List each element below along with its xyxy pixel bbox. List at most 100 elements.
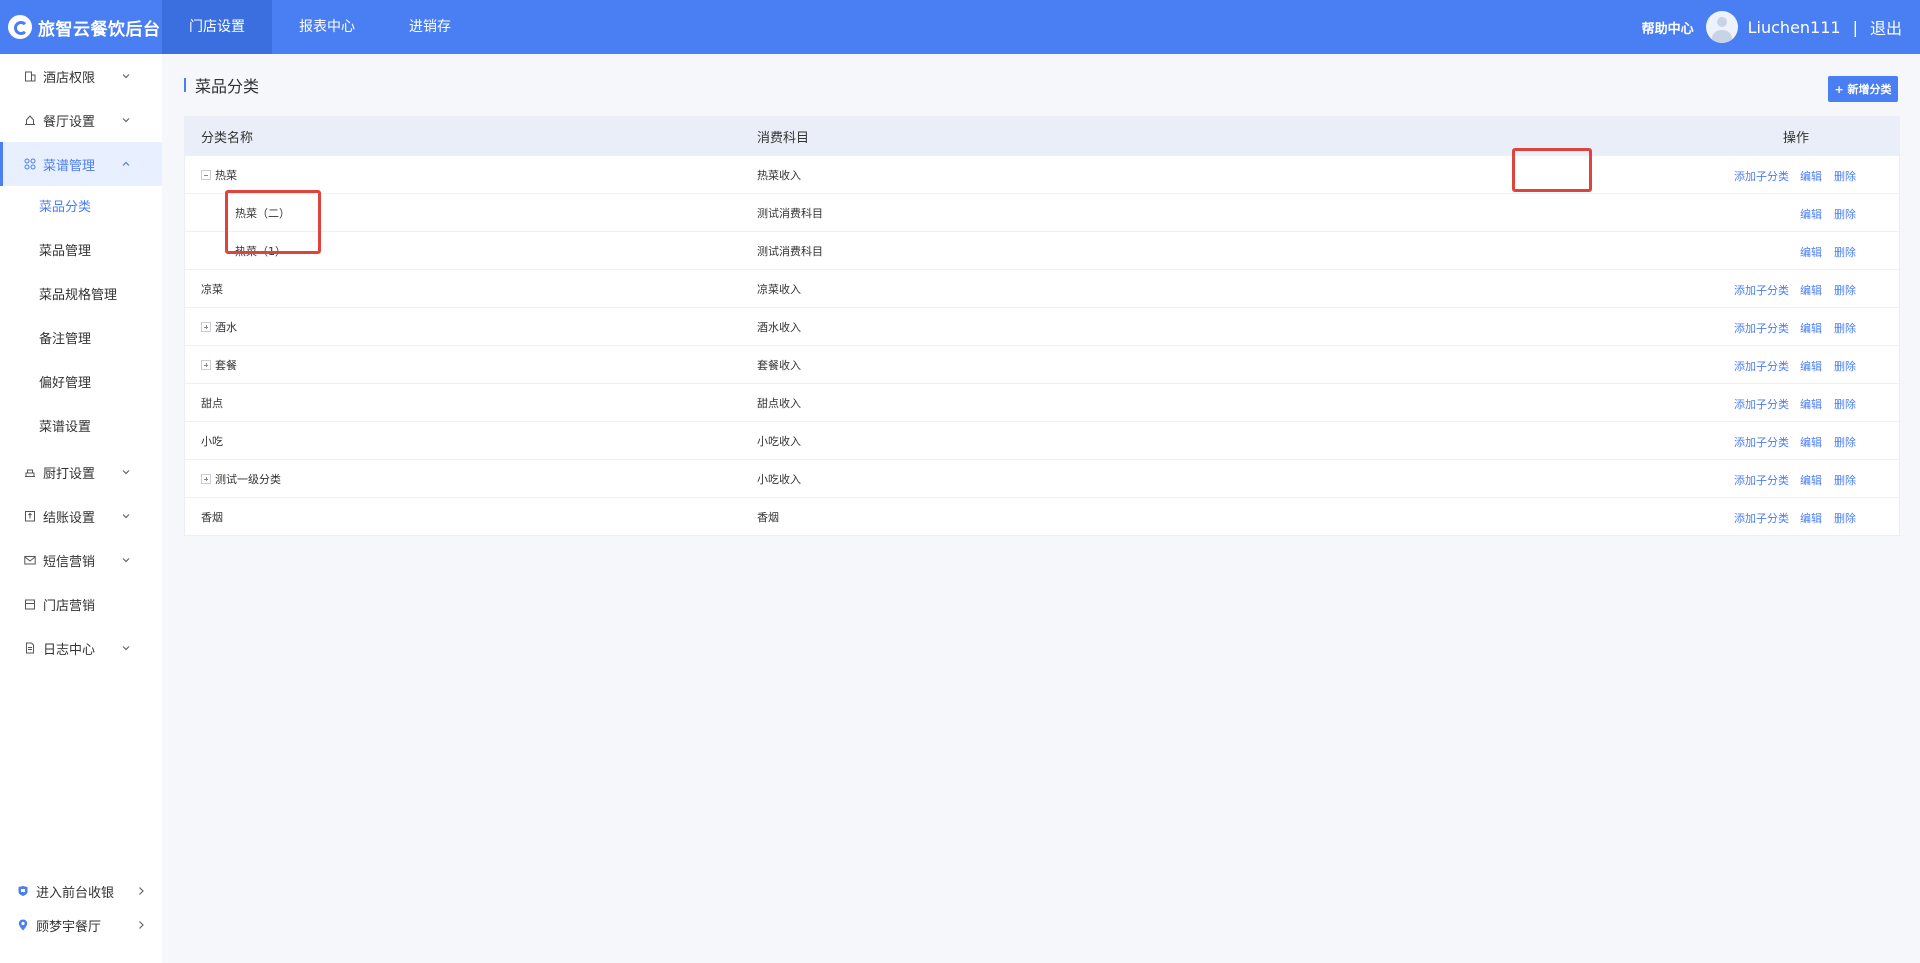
- edit-link[interactable]: 编辑: [1800, 282, 1822, 298]
- delete-link[interactable]: 删除: [1834, 282, 1856, 298]
- delete-link[interactable]: 删除: [1834, 510, 1856, 526]
- cell-account: 甜点收入: [757, 396, 801, 410]
- delete-link[interactable]: 删除: [1834, 320, 1856, 336]
- sidebar-subitem-dish-category[interactable]: 菜品分类: [0, 186, 162, 230]
- restaurant-switch-link[interactable]: 顾梦宇餐厅: [0, 908, 162, 942]
- edit-link[interactable]: 编辑: [1800, 244, 1822, 260]
- sidebar-item-label: 结账设置: [43, 510, 96, 526]
- expand-icon[interactable]: [201, 359, 211, 370]
- main-content: 菜品分类 + 新增分类 分类名称 消费科目 操作 热菜 热菜收入 添加子分类 编辑 删除…: [162, 54, 1920, 963]
- row-actions: 添加子分类 编辑 删除: [1332, 460, 1899, 497]
- table-row: 热菜（二） 测试消费科目 编辑 删除: [185, 193, 1899, 231]
- column-header-actions: 操作: [1783, 130, 1810, 146]
- expand-icon[interactable]: [201, 473, 211, 484]
- expand-icon[interactable]: [201, 321, 211, 332]
- sidebar-item-store-marketing[interactable]: 门店营销: [0, 582, 162, 626]
- delete-link[interactable]: 删除: [1834, 472, 1856, 488]
- edit-link[interactable]: 编辑: [1800, 206, 1822, 222]
- sidebar-item-hotel-permissions[interactable]: 酒店权限: [0, 54, 162, 98]
- column-header-account: 消费科目: [757, 130, 810, 146]
- edit-link[interactable]: 编辑: [1800, 358, 1822, 374]
- add-child-category-link[interactable]: 添加子分类: [1734, 472, 1789, 488]
- column-header-name: 分类名称: [201, 130, 254, 146]
- collapse-icon[interactable]: [201, 169, 211, 180]
- top-nav: 门店设置 报表中心 进销存: [162, 0, 478, 54]
- row-actions: 编辑 删除: [1332, 232, 1899, 269]
- table-row: 热菜 热菜收入 添加子分类 编辑 删除: [185, 155, 1899, 193]
- sidebar-item-label: 门店营销: [43, 598, 96, 614]
- cell-actions: 添加子分类 编辑 删除: [1332, 422, 1899, 459]
- delete-link[interactable]: 删除: [1834, 168, 1856, 184]
- cell-category-name: 热菜（1）: [185, 243, 757, 259]
- topnav-store-settings[interactable]: 门店设置: [162, 0, 272, 54]
- add-child-category-link[interactable]: 添加子分类: [1734, 434, 1789, 450]
- sidebar-item-restaurant-settings[interactable]: 餐厅设置: [0, 98, 162, 142]
- sidebar-item-label: 厨打设置: [43, 466, 96, 482]
- top-bar: 旅智云餐饮后台 门店设置 报表中心 进销存 帮助中心 Liuchen111 | …: [0, 0, 1920, 54]
- cell-account: 小吃收入: [757, 472, 801, 486]
- avatar[interactable]: [1705, 11, 1738, 43]
- sidebar-item-checkout-settings[interactable]: 结账设置: [0, 494, 162, 538]
- category-name-text: 香烟: [201, 510, 223, 524]
- document-icon: [24, 642, 36, 654]
- add-child-category-link[interactable]: 添加子分类: [1734, 396, 1789, 412]
- restaurant-name: 顾梦宇餐厅: [36, 919, 102, 935]
- topnav-report-center[interactable]: 报表中心: [272, 0, 382, 54]
- add-category-button[interactable]: + 新增分类: [1828, 76, 1898, 102]
- cell-category-name: 测试一级分类: [185, 471, 757, 487]
- edit-link[interactable]: 编辑: [1800, 168, 1822, 184]
- edit-link[interactable]: 编辑: [1800, 472, 1822, 488]
- category-name-text: 测试一级分类: [215, 472, 281, 486]
- sidebar-item-label: 酒店权限: [43, 70, 96, 86]
- sidebar-subitem-dish-management[interactable]: 菜品管理: [0, 230, 162, 274]
- sidebar-subitem-dish-spec-management[interactable]: 菜品规格管理: [0, 274, 162, 318]
- sidebar-subitem-preference-management[interactable]: 偏好管理: [0, 362, 162, 406]
- row-actions: 添加子分类 编辑 删除: [1332, 156, 1899, 193]
- printer-icon: [24, 466, 36, 478]
- category-name-text: 酒水: [215, 320, 237, 334]
- edit-link[interactable]: 编辑: [1800, 320, 1822, 336]
- category-name-text: 凉菜: [201, 282, 223, 296]
- row-actions: 添加子分类 编辑 删除: [1332, 384, 1899, 421]
- chevron-down-icon: [122, 646, 130, 651]
- edit-link[interactable]: 编辑: [1800, 434, 1822, 450]
- sidebar-subitem-remark-management[interactable]: 备注管理: [0, 318, 162, 362]
- grid-icon: [24, 158, 36, 170]
- chevron-down-icon: [122, 470, 130, 475]
- table-row: 香烟 香烟 添加子分类 编辑 删除: [185, 497, 1899, 535]
- cell-account: 酒水收入: [757, 320, 801, 334]
- category-name-text: 热菜: [215, 168, 237, 182]
- delete-link[interactable]: 删除: [1834, 206, 1856, 222]
- row-actions: 添加子分类 编辑 删除: [1332, 308, 1899, 345]
- logout-link[interactable]: 退出: [1870, 15, 1902, 39]
- username[interactable]: Liuchen111: [1748, 18, 1841, 37]
- cell-account: 凉菜收入: [757, 282, 801, 296]
- delete-link[interactable]: 删除: [1834, 434, 1856, 450]
- sidebar-subitem-menu-settings[interactable]: 菜谱设置: [0, 406, 162, 450]
- sidebar-item-label: 菜谱管理: [43, 158, 96, 174]
- app-logo[interactable]: 旅智云餐饮后台: [8, 0, 161, 54]
- delete-link[interactable]: 删除: [1834, 244, 1856, 260]
- enter-cashier-link[interactable]: 进入前台收银: [0, 874, 162, 908]
- delete-link[interactable]: 删除: [1834, 358, 1856, 374]
- add-child-category-link[interactable]: 添加子分类: [1734, 168, 1789, 184]
- delete-link[interactable]: 删除: [1834, 396, 1856, 412]
- add-child-category-link[interactable]: 添加子分类: [1734, 510, 1789, 526]
- sidebar-item-kitchen-print[interactable]: 厨打设置: [0, 450, 162, 494]
- topnav-inventory[interactable]: 进销存: [382, 0, 478, 54]
- add-child-category-link[interactable]: 添加子分类: [1734, 282, 1789, 298]
- table-row: 热菜（1） 测试消费科目 编辑 删除: [185, 231, 1899, 269]
- sidebar-item-log-center[interactable]: 日志中心: [0, 626, 162, 670]
- category-name-text: 小吃: [201, 434, 223, 448]
- cashier-icon: [17, 885, 29, 897]
- help-center-link[interactable]: 帮助中心: [1642, 18, 1694, 37]
- edit-link[interactable]: 编辑: [1800, 510, 1822, 526]
- edit-link[interactable]: 编辑: [1800, 396, 1822, 412]
- sidebar: 酒店权限 餐厅设置 菜谱管理 菜品分类 菜品管理 菜品规格管理 备注管理 偏好管…: [0, 54, 162, 963]
- add-child-category-link[interactable]: 添加子分类: [1734, 320, 1789, 336]
- store-icon: [24, 598, 36, 610]
- sidebar-item-menu-management[interactable]: 菜谱管理: [0, 142, 162, 186]
- add-child-category-link[interactable]: 添加子分类: [1734, 358, 1789, 374]
- sidebar-item-sms-marketing[interactable]: 短信营销: [0, 538, 162, 582]
- building-icon: [24, 70, 36, 82]
